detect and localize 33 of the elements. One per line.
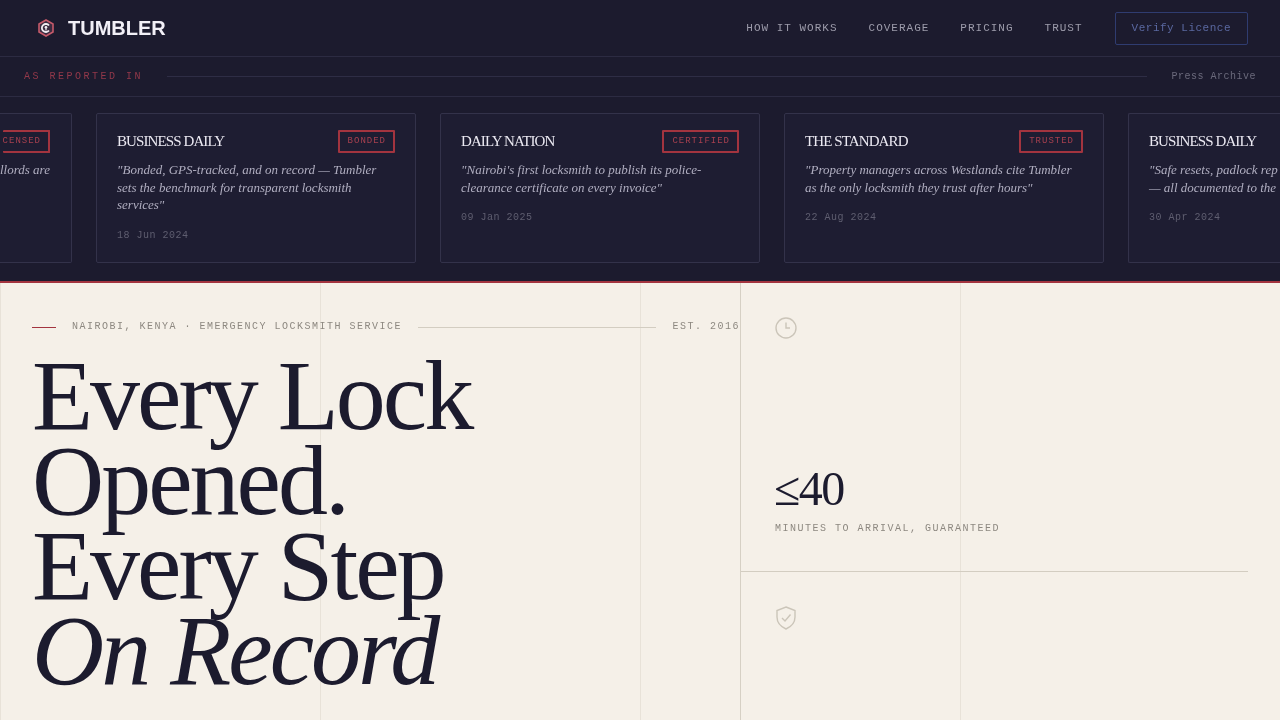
outlet-name: THE STANDARD bbox=[805, 133, 908, 150]
nav-link[interactable]: HOW IT WORKS bbox=[746, 22, 838, 34]
quote-text: llords are bbox=[0, 161, 50, 179]
verify-licence-button[interactable]: Verify Licence bbox=[1114, 11, 1248, 45]
date-text: 09 Jan 2025 bbox=[461, 212, 534, 224]
nav-link[interactable]: COVERAGE bbox=[868, 22, 930, 34]
badge: CERTIFIED bbox=[662, 130, 739, 153]
brand-name: TUMBLER bbox=[68, 16, 166, 40]
quote-text: "Property managers across Westlands cite Tumbler as the only locksmith they trust after hours" bbox=[805, 161, 1073, 196]
hero-headline: Every Lock Opened. Every Step On Record bbox=[32, 353, 473, 693]
badge: CENSED bbox=[2, 130, 50, 153]
badge: TRUSTED bbox=[1019, 130, 1083, 153]
date-text: 30 Apr 2024 bbox=[1149, 212, 1222, 224]
stat-value: ≤40 bbox=[774, 465, 845, 513]
shield-check-icon bbox=[775, 606, 797, 630]
established-label: EST. 2016 bbox=[672, 321, 740, 333]
date-text: 22 Aug 2024 bbox=[805, 212, 878, 224]
outlet-name: BUSINESS DAILY bbox=[117, 133, 225, 150]
stat-label: MINUTES TO ARRIVAL, GUARANTEED bbox=[775, 523, 1002, 535]
outlet-name: BUSINESS DAILY bbox=[1149, 133, 1257, 150]
date-text: 18 Jun 2024 bbox=[117, 229, 190, 242]
quote-text: "Nairobi's first locksmith to publish its police-clearance certificate on every invoice" bbox=[461, 161, 703, 196]
outlet-name: DAILY NATION bbox=[461, 133, 555, 150]
nav-link[interactable]: PRICING bbox=[960, 22, 1014, 34]
clock-icon bbox=[775, 317, 797, 339]
quote-text: "Bonded, GPS-tracked, and on record — Tumbler sets the benchmark for transparent locksmith services" bbox=[117, 161, 378, 214]
press-archive-link[interactable]: Press Archive bbox=[1171, 71, 1256, 82]
location-label: NAIROBI, KENYA · EMERGENCY LOCKSMITH SERVICE bbox=[72, 321, 403, 333]
badge: BONDED bbox=[337, 130, 395, 153]
section-label: AS REPORTED IN bbox=[24, 71, 143, 82]
logo-shield-icon bbox=[38, 19, 54, 37]
nav-link[interactable]: TRUST bbox=[1044, 22, 1083, 34]
quote-text: "Safe resets, padlock rep — all documented to the bbox=[1149, 161, 1279, 196]
